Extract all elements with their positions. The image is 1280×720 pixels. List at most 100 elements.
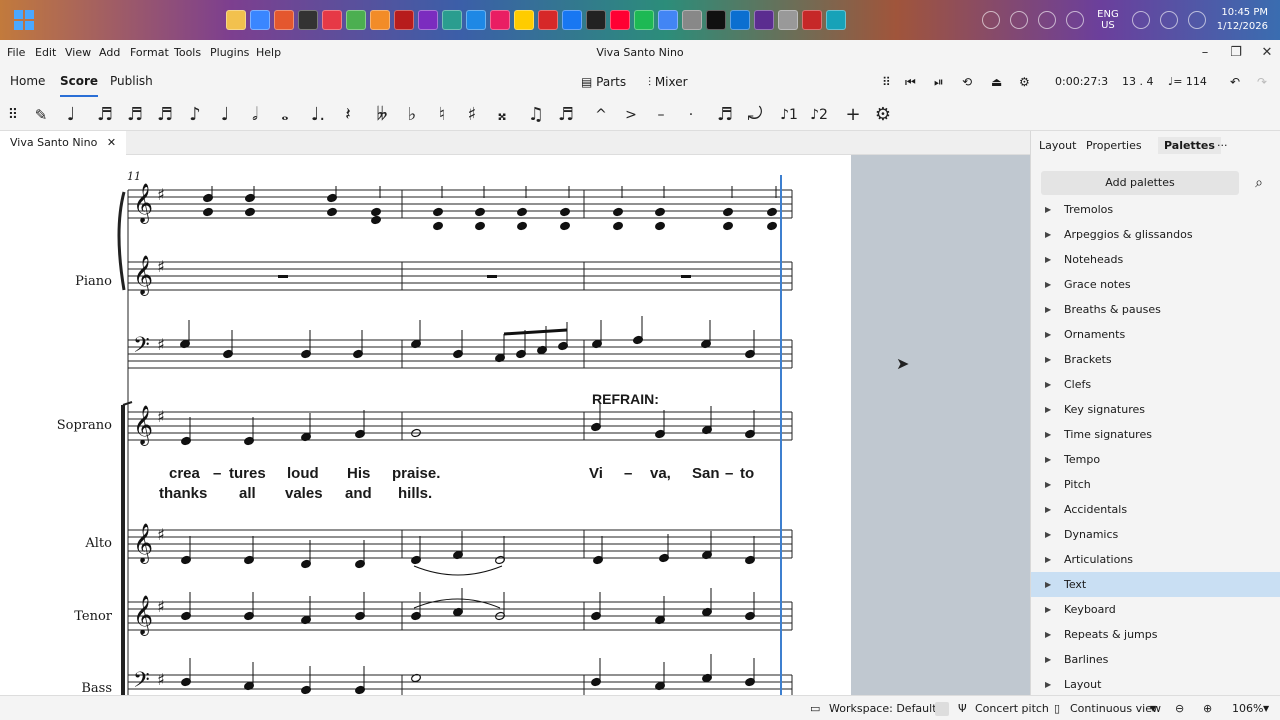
palette-item[interactable]: ▶ Tempo — [1031, 447, 1280, 472]
restore-icon[interactable]: ❐ — [1227, 44, 1245, 62]
palette-item[interactable]: ▶ Ornaments — [1031, 322, 1280, 347]
expand-arrow-icon[interactable]: ▶ — [1045, 597, 1051, 622]
menu-tools[interactable]: Tools — [174, 46, 201, 59]
pinned-app-icon[interactable] — [490, 10, 510, 30]
expand-arrow-icon[interactable]: ▶ — [1045, 672, 1051, 697]
expand-arrow-icon[interactable]: ▶ — [1045, 497, 1051, 522]
metronome-icon[interactable]: ⏏ — [991, 72, 1002, 92]
lyric-syllable[interactable]: thanks — [159, 485, 207, 502]
palette-item[interactable]: ▶ Noteheads — [1031, 247, 1280, 272]
search-icon[interactable]: ⌕ — [1247, 171, 1271, 195]
piano-chord-note[interactable] — [655, 207, 666, 217]
piano-chord-note[interactable] — [767, 207, 778, 217]
piano-chord-note[interactable] — [517, 207, 528, 217]
playback-settings-icon[interactable]: ⚙ — [1019, 72, 1030, 92]
whole-rest[interactable] — [681, 275, 691, 278]
bracket-hook[interactable] — [122, 401, 133, 406]
piano-chord-note[interactable] — [245, 207, 256, 217]
pencil-icon[interactable]: ✎ — [28, 102, 54, 128]
piano-chord-note[interactable] — [560, 207, 571, 217]
pinned-app-icon[interactable] — [538, 10, 558, 30]
pinned-app-icon[interactable] — [682, 10, 702, 30]
pinned-app-icon[interactable] — [706, 10, 726, 30]
rest-icon[interactable]: 𝄽 — [335, 102, 361, 128]
double-sharp-icon[interactable]: 𝄪 — [489, 102, 515, 128]
tie-tool-icon[interactable]: ♩ — [58, 102, 84, 128]
thirty-second-note-icon[interactable]: ♬ — [122, 102, 148, 128]
pinned-app-icon[interactable] — [778, 10, 798, 30]
palette-item[interactable]: ▶ Barlines — [1031, 647, 1280, 672]
expand-arrow-icon[interactable]: ▶ — [1045, 197, 1051, 222]
piano-chord-note[interactable] — [475, 207, 486, 217]
more-options-icon[interactable]: ··· — [1217, 139, 1228, 152]
pinned-app-icon[interactable] — [298, 10, 318, 30]
key-signature-sharp[interactable]: ♯ — [157, 525, 165, 544]
treble-clef-icon[interactable]: 𝄞 — [133, 595, 153, 636]
palette-item[interactable]: ▶ Layout — [1031, 672, 1280, 697]
lyric-syllable[interactable]: Vi — [589, 465, 603, 482]
lyric-syllable[interactable]: crea — [169, 465, 200, 482]
expand-arrow-icon[interactable]: ▶ — [1045, 522, 1051, 547]
expand-arrow-icon[interactable]: ▶ — [1045, 347, 1051, 372]
lyric-syllable[interactable]: vales — [285, 485, 323, 502]
app-tray-icon[interactable] — [1010, 11, 1029, 29]
sixteenth-note-icon[interactable]: ♬ — [152, 102, 178, 128]
menu-plugins[interactable]: Plugins — [210, 46, 249, 59]
staff-label-tenor[interactable]: Tenor — [2, 609, 112, 624]
key-signature-sharp[interactable]: ♯ — [157, 257, 165, 276]
play-icon[interactable]: ⏯ — [934, 72, 944, 92]
palette-item[interactable]: ▶ Key signatures — [1031, 397, 1280, 422]
drag-handle-icon[interactable]: ⠿ — [0, 102, 26, 128]
tab-publish[interactable]: Publish — [110, 74, 153, 88]
add-palettes-button[interactable]: Add palettes — [1041, 171, 1239, 195]
tuplet-icon[interactable]: ♬ — [712, 102, 738, 128]
palette-item[interactable]: ▶ Keyboard — [1031, 597, 1280, 622]
menu-format[interactable]: Format — [130, 46, 169, 59]
pinned-app-icon[interactable] — [466, 10, 486, 30]
bass-clef-icon[interactable]: 𝄢 — [133, 333, 150, 363]
pinned-app-icon[interactable] — [754, 10, 774, 30]
treble-clef-icon[interactable]: 𝄞 — [133, 405, 153, 446]
lyric-syllable[interactable]: to — [740, 465, 754, 482]
chevron-down-icon[interactable]: ▼ — [1150, 701, 1156, 717]
tenuto-icon[interactable]: – — [648, 102, 674, 128]
tab-palettes[interactable]: Palettes — [1158, 137, 1221, 154]
key-signature-sharp[interactable]: ♯ — [157, 670, 165, 689]
piano-chord-note[interactable] — [767, 221, 778, 231]
rewind-icon[interactable]: ⏮ — [905, 72, 916, 92]
piano-chord-note[interactable] — [433, 207, 444, 217]
pinned-app-icon[interactable] — [370, 10, 390, 30]
piano-chord-note[interactable] — [723, 221, 734, 231]
key-signature-sharp[interactable]: ♯ — [157, 597, 165, 616]
staff-label-bass[interactable]: Bass — [2, 681, 112, 696]
piano-chord-note[interactable] — [433, 221, 444, 231]
undo-icon[interactable]: ↶ — [1230, 72, 1240, 92]
pinned-app-icon[interactable] — [634, 10, 654, 30]
key-signature-sharp[interactable]: ♯ — [157, 335, 165, 354]
canvas-background[interactable] — [851, 155, 1030, 695]
menu-edit[interactable]: Edit — [35, 46, 56, 59]
key-signature-sharp[interactable]: ♯ — [157, 185, 165, 204]
palette-item[interactable]: ▶ Clefs — [1031, 372, 1280, 397]
piano-brace[interactable] — [117, 191, 126, 291]
double-flat-icon[interactable]: 𝄫 — [369, 102, 395, 128]
expand-arrow-icon[interactable]: ▶ — [1045, 372, 1051, 397]
tab-home[interactable]: Home — [10, 74, 45, 88]
wifi-icon[interactable] — [1131, 11, 1150, 29]
app-tray-icon[interactable] — [1038, 11, 1057, 29]
pinned-app-icon[interactable] — [394, 10, 414, 30]
menu-help[interactable]: Help — [256, 46, 281, 59]
slur[interactable] — [413, 565, 503, 576]
expand-arrow-icon[interactable]: ▶ — [1045, 622, 1051, 647]
whole-note-icon[interactable]: 𝅝 — [272, 102, 298, 128]
pinned-app-icon[interactable] — [274, 10, 294, 30]
lyric-syllable[interactable]: hills. — [398, 485, 432, 502]
toolbar-settings-icon[interactable]: ⚙ — [870, 102, 896, 128]
zoom-level[interactable]: 106% — [1232, 701, 1263, 717]
concert-pitch-toggle[interactable] — [935, 702, 949, 716]
staff-label-piano[interactable]: Piano — [2, 274, 112, 289]
add-icon[interactable]: + — [840, 102, 866, 128]
whole-rest[interactable] — [278, 275, 288, 278]
sixty-fourth-note-icon[interactable]: ♬ — [92, 102, 118, 128]
pinned-app-icon[interactable] — [562, 10, 582, 30]
